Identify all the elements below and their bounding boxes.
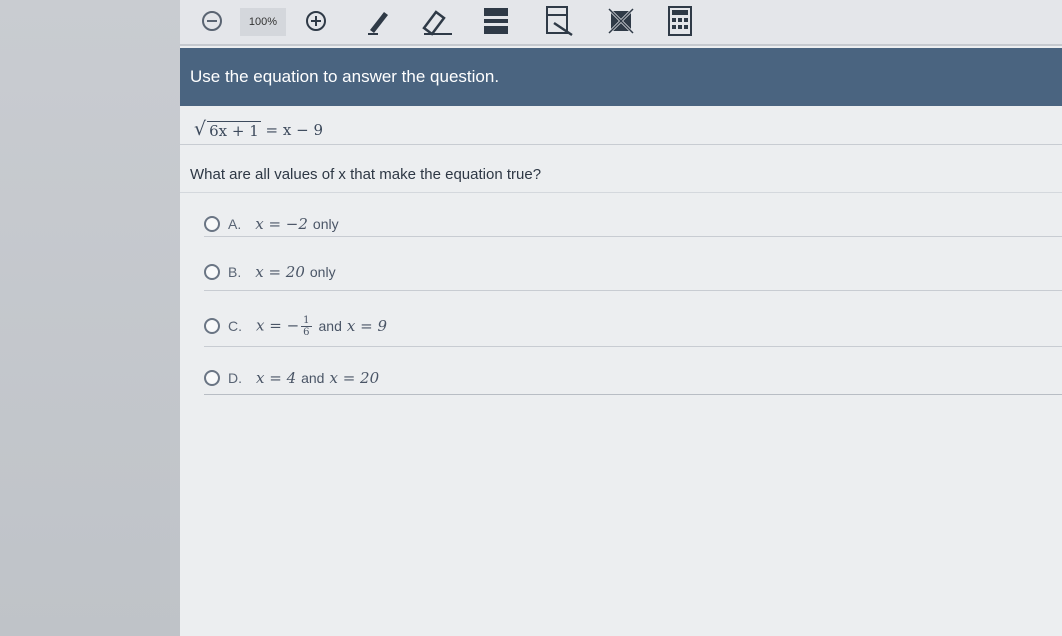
- radicand: 6x + 1: [207, 121, 261, 140]
- divider: [180, 144, 1062, 145]
- line-reader-icon[interactable]: [482, 6, 510, 36]
- instruction-banner: Use the equation to answer the question.: [180, 48, 1062, 106]
- choice-letter: C.: [228, 318, 242, 334]
- choice-conjunction: and: [318, 318, 342, 334]
- choice-letter: D.: [228, 370, 242, 386]
- radio-button[interactable]: [204, 216, 220, 232]
- square-root: √ 6x + 1: [194, 118, 261, 140]
- expression-prefix: x = −: [256, 316, 300, 334]
- choice-letter: A.: [228, 216, 242, 232]
- zoom-level: 100%: [240, 8, 286, 36]
- zoom-out-icon[interactable]: [200, 6, 224, 36]
- eraser-icon[interactable]: [420, 6, 454, 36]
- equation-rhs: = x − 9: [265, 121, 323, 139]
- choice-suffix: only: [312, 216, 339, 232]
- choice-expression-2: x = 20: [329, 369, 380, 387]
- question-text: What are all values of x that make the e…: [190, 166, 542, 183]
- choice-c[interactable]: C. x = −1 6 and x = 9: [204, 304, 1044, 348]
- choice-expression: x = 4: [256, 369, 297, 387]
- choice-a[interactable]: A. x = −2 only: [204, 202, 1044, 246]
- choice-letter: B.: [228, 264, 242, 280]
- choice-expression: x = 20: [255, 263, 305, 281]
- pencil-icon[interactable]: [364, 6, 394, 36]
- fraction-denominator: 6: [303, 326, 310, 338]
- choice-expression: x = −1 6: [256, 315, 314, 338]
- question-area: Use the equation to answer the question.…: [180, 46, 1062, 636]
- equation: √ 6x + 1 = x − 9: [194, 118, 323, 140]
- highlighter-icon[interactable]: [544, 6, 574, 37]
- divider: [204, 236, 1062, 237]
- answer-eliminator-icon[interactable]: [606, 6, 636, 36]
- fraction: 16: [301, 314, 312, 338]
- zoom-in-icon[interactable]: [304, 6, 328, 36]
- divider: [180, 192, 1062, 193]
- choice-b[interactable]: B. x = 20 only: [204, 250, 1044, 294]
- divider: [204, 346, 1062, 347]
- radio-button[interactable]: [204, 370, 220, 386]
- choice-suffix: only: [309, 264, 336, 280]
- fraction-numerator: 1: [301, 314, 312, 327]
- choice-conjunction: and: [301, 370, 325, 386]
- divider: [204, 394, 1062, 395]
- divider: [204, 290, 1062, 291]
- radio-button[interactable]: [204, 264, 220, 280]
- screen: 100% Use the equation to answer the ques…: [0, 0, 1062, 636]
- calculator-icon[interactable]: [666, 6, 694, 36]
- radical-sign: √: [194, 118, 207, 140]
- toolbar: 100%: [180, 0, 1062, 46]
- left-panel: [0, 0, 181, 636]
- choice-expression: x = −2: [255, 215, 308, 233]
- radio-button[interactable]: [204, 318, 220, 334]
- choice-expression-2: x = 9: [346, 317, 387, 335]
